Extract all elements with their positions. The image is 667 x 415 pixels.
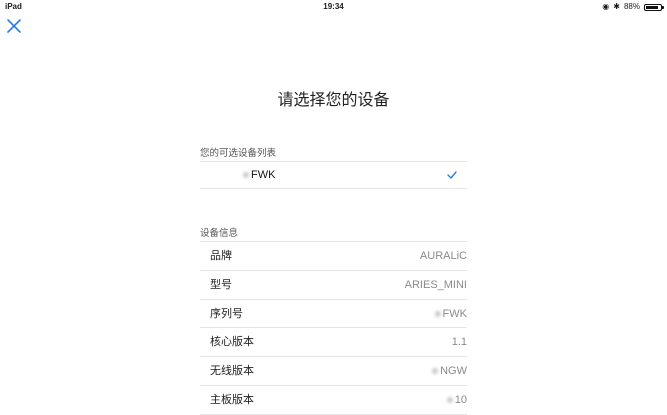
info-label: 无线版本: [210, 364, 254, 378]
info-row-wireless-version: 无线版本 NGW: [200, 357, 467, 386]
bluetooth-icon: ✱: [613, 2, 620, 11]
battery-icon: [644, 3, 664, 11]
info-label: 品牌: [210, 249, 232, 262]
device-info-list: 品牌 AURALiC 型号 ARIES_MINI 序列号 FWK 核心版本 1.…: [200, 241, 467, 415]
device-name-text: FWK: [251, 169, 276, 181]
device-info-header: 设备信息: [200, 228, 239, 239]
redaction-mark: [243, 172, 249, 179]
device-name-label: FWK: [243, 162, 275, 188]
info-value: ARIES_MINI: [404, 278, 467, 291]
info-value: AURALiC: [419, 250, 467, 262]
info-label: 序列号: [210, 306, 243, 320]
redaction-mark: [446, 397, 453, 404]
checkmark-icon: [447, 171, 457, 179]
status-bar: iPad 19:34 ◉ ✱ 88%: [0, 0, 667, 14]
close-icon: [7, 19, 21, 33]
info-row-brand: 品牌 AURALiC: [200, 242, 467, 271]
info-value-text: FWK: [442, 307, 467, 320]
status-indicators: ◉ ✱ 88%: [602, 0, 664, 14]
info-label: 核心版本: [210, 335, 254, 349]
close-button[interactable]: [6, 18, 22, 34]
info-row-serial: 序列号 FWK: [200, 300, 467, 329]
redaction-mark: [434, 310, 441, 317]
info-value: 1.1: [451, 336, 467, 349]
device-list: FWK: [200, 161, 467, 189]
status-time: 19:34: [323, 2, 344, 11]
info-value: FWK: [434, 300, 467, 328]
info-label: 型号: [210, 277, 232, 291]
device-list-header: 您的可选设备列表: [200, 148, 277, 159]
rotation-lock-icon: ◉: [602, 2, 610, 11]
info-row-board-version: 主板版本 10: [200, 386, 467, 415]
page-title: 请选择您的设备: [277, 90, 390, 109]
battery-percent: 88%: [623, 2, 640, 11]
info-value: NGW: [432, 357, 467, 385]
device-list-item[interactable]: FWK: [200, 161, 467, 189]
info-value-text: NGW: [440, 365, 467, 378]
info-row-core-version: 核心版本 1.1: [200, 328, 467, 358]
redaction-mark: [432, 368, 439, 375]
info-row-model: 型号 ARIES_MINI: [200, 271, 467, 300]
